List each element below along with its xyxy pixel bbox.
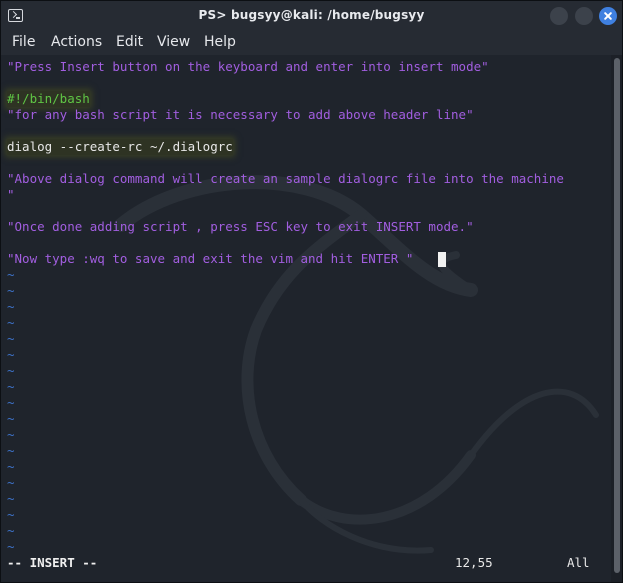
editor-line-5: "Above dialog command will create an sam… [7, 171, 564, 186]
menu-bar: File Actions Edit View Help [1, 31, 622, 55]
vim-mode-indicator: -- INSERT -- [7, 555, 98, 570]
empty-line-tilde: ~ [7, 331, 15, 346]
editor-line-7: "Once done adding script , press ESC key… [7, 219, 474, 234]
editor-line-3: "for any bash script it is necessary to … [7, 107, 474, 122]
empty-line-tilde: ~ [7, 443, 15, 458]
empty-line-tilde: ~ [7, 267, 15, 282]
cursor-position: 12,55 [455, 555, 493, 570]
terminal-area[interactable]: "Press Insert button on the keyboard and… [1, 55, 611, 582]
editor-line-8: "Now type :wq to save and exit the vim a… [7, 251, 414, 266]
menu-file[interactable]: File [12, 34, 35, 50]
scrollbar-thumb[interactable] [614, 58, 620, 573]
title-bar[interactable]: PS> bugsyy@kali: /home/bugsyy [1, 1, 622, 31]
empty-line-tilde: ~ [7, 379, 15, 394]
empty-line-tilde: ~ [7, 347, 15, 362]
scroll-indicator: All [567, 555, 590, 570]
menu-edit[interactable]: Edit [116, 34, 143, 50]
window-title: PS> bugsyy@kali: /home/bugsyy [198, 8, 425, 22]
empty-line-tilde: ~ [7, 299, 15, 314]
text-cursor [438, 252, 446, 267]
empty-line-tilde: ~ [7, 459, 15, 474]
scrollbar[interactable] [611, 55, 622, 582]
empty-line-tilde: ~ [7, 411, 15, 426]
editor-line-1: "Press Insert button on the keyboard and… [7, 59, 489, 74]
minimize-button[interactable] [550, 7, 568, 25]
empty-line-tilde: ~ [7, 395, 15, 410]
close-button[interactable] [599, 7, 617, 25]
empty-line-tilde: ~ [7, 427, 15, 442]
kali-dragon-watermark [114, 175, 599, 554]
empty-line-tilde: ~ [7, 363, 15, 378]
editor-line-6: " [7, 187, 15, 202]
empty-line-tilde: ~ [7, 491, 15, 506]
empty-line-tilde: ~ [7, 523, 15, 538]
menu-actions[interactable]: Actions [51, 34, 102, 50]
terminal-window: PS> bugsyy@kali: /home/bugsyy File Actio… [0, 0, 623, 583]
editor-line-dialog-command: dialog --create-rc ~/.dialogrc [7, 139, 233, 155]
empty-line-tilde: ~ [7, 539, 15, 554]
maximize-button[interactable] [575, 7, 593, 25]
empty-line-tilde: ~ [7, 507, 15, 522]
editor-line-shebang: #!/bin/bash [7, 91, 90, 107]
menu-help[interactable]: Help [204, 34, 236, 50]
empty-line-tilde: ~ [7, 475, 15, 490]
empty-line-tilde: ~ [7, 283, 15, 298]
menu-view[interactable]: View [157, 34, 190, 50]
empty-line-tilde: ~ [7, 315, 15, 330]
